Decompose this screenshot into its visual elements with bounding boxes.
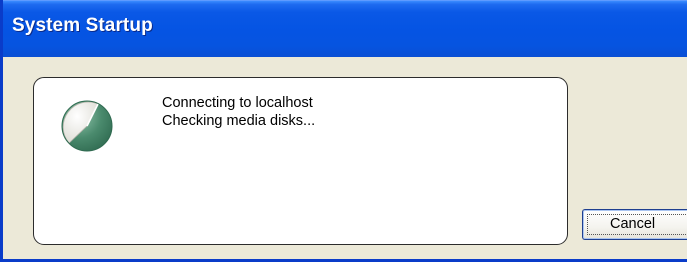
status-line-connecting: Connecting to localhost [162, 95, 313, 111]
window-title: System Startup [12, 15, 153, 36]
status-line-checking: Checking media disks... [162, 113, 316, 129]
status-panel: Connecting to localhost Checking media d… [33, 77, 568, 245]
cancel-button[interactable]: Cancel [582, 209, 687, 240]
title-bar[interactable]: System Startup [3, 0, 687, 57]
startup-dialog: System Startup Connecting to localhost C… [0, 0, 687, 262]
progress-pie-icon [61, 100, 113, 152]
cancel-button-label: Cancel [610, 216, 656, 232]
dialog-content: Connecting to localhost Checking media d… [3, 57, 687, 259]
